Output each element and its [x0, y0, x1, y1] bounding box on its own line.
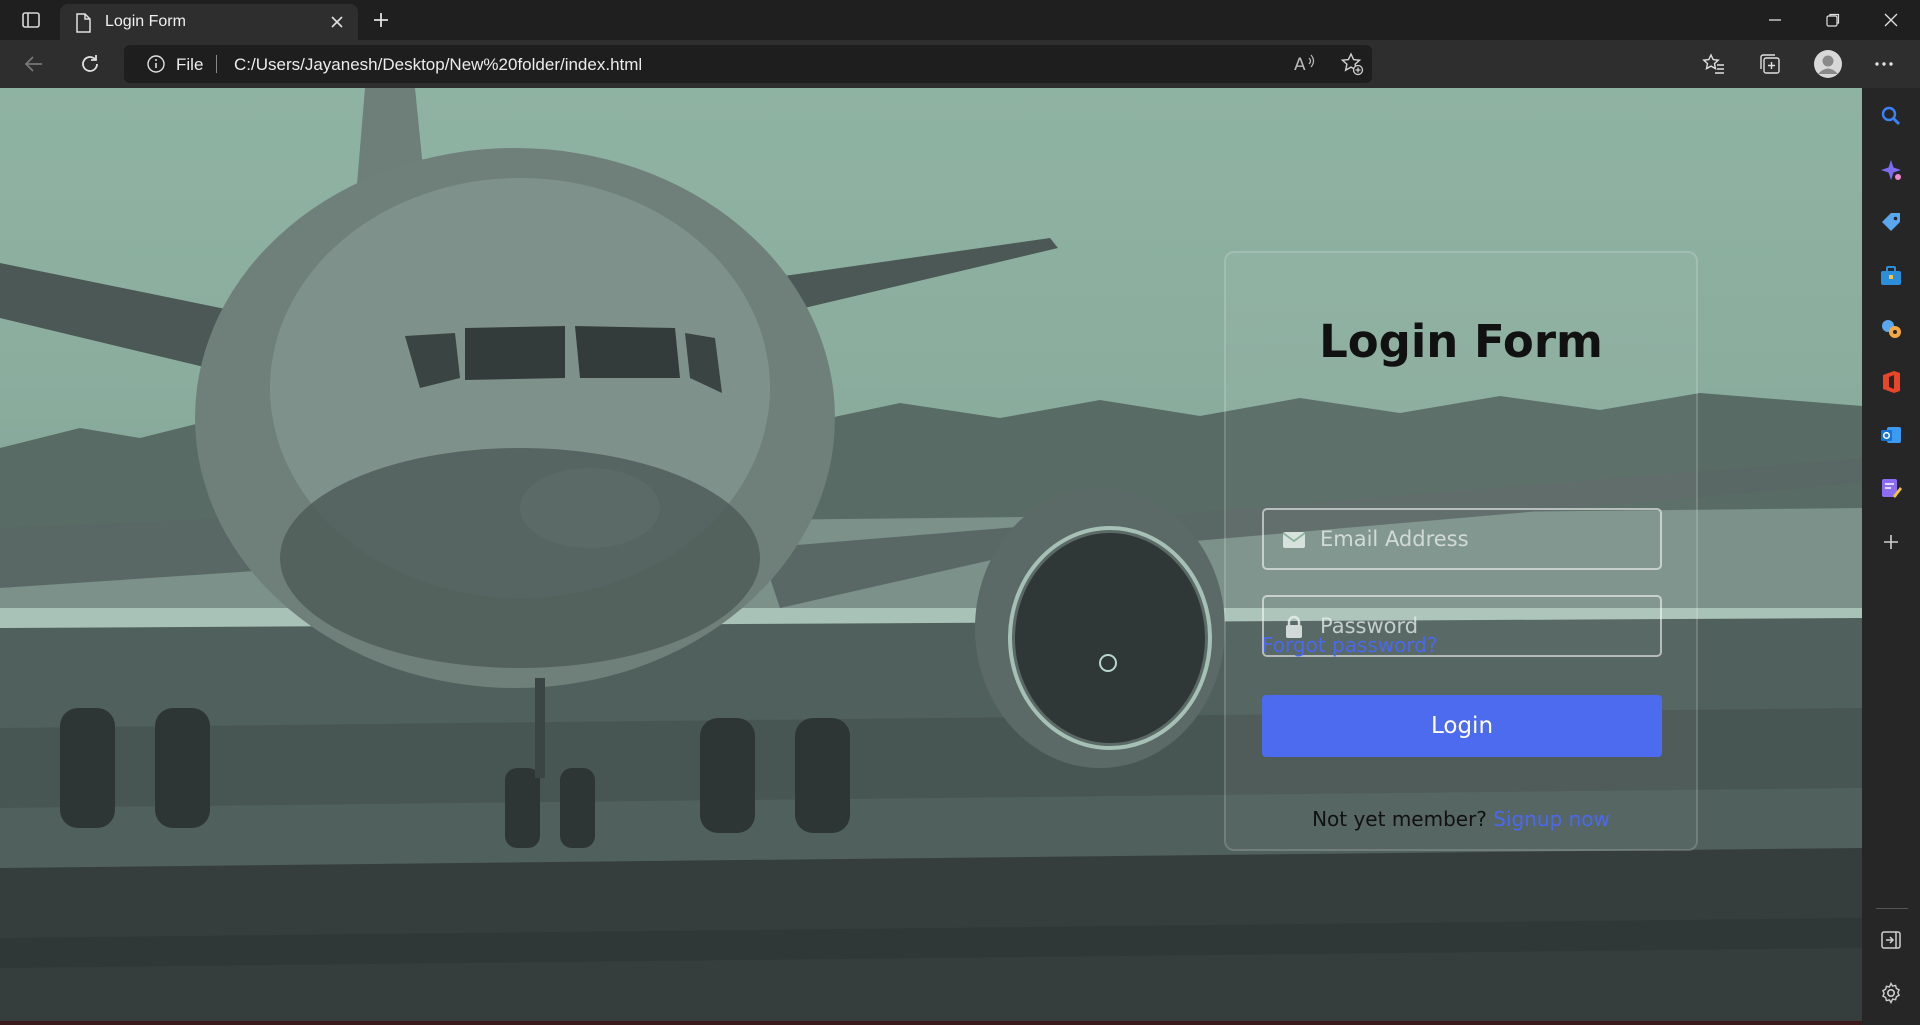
read-aloud-icon[interactable]: A — [1294, 53, 1318, 79]
tools-icon[interactable] — [1877, 262, 1905, 290]
edge-sidebar — [1862, 88, 1920, 1025]
url-text[interactable]: C:/Users/Jayanesh/Desktop/New%20folder/i… — [234, 55, 642, 75]
collections-icon[interactable] — [1752, 46, 1788, 82]
close-window-icon[interactable] — [1868, 0, 1914, 40]
hide-sidebar-icon[interactable] — [1877, 926, 1905, 954]
info-icon[interactable] — [146, 54, 166, 78]
outlook-icon[interactable] — [1877, 421, 1905, 449]
email-field[interactable] — [1262, 508, 1662, 570]
favorites-icon[interactable] — [1696, 46, 1732, 82]
close-tab-icon[interactable] — [324, 9, 350, 35]
games-icon[interactable] — [1877, 315, 1905, 343]
add-icon[interactable] — [1877, 528, 1905, 556]
add-favorite-icon[interactable] — [1340, 52, 1364, 80]
login-button[interactable]: Login — [1262, 695, 1662, 757]
navigation-bar: File C:/Users/Jayanesh/Desktop/New%20fol… — [0, 40, 1920, 88]
signup-prompt-text: Not yet member? — [1312, 807, 1487, 831]
address-bar[interactable]: File C:/Users/Jayanesh/Desktop/New%20fol… — [124, 45, 1372, 83]
bottom-edge — [0, 1021, 1862, 1025]
restore-icon[interactable] — [1810, 0, 1856, 40]
settings-icon[interactable] — [1877, 979, 1905, 1007]
back-arrow-icon[interactable] — [16, 46, 52, 82]
sidebar-divider — [1876, 908, 1908, 909]
more-icon[interactable] — [1866, 46, 1902, 82]
svg-text:A: A — [1294, 55, 1306, 75]
search-icon[interactable] — [1877, 102, 1905, 130]
title-bar: Login Form — [0, 0, 1920, 40]
file-scheme-label: File — [176, 55, 204, 74]
signup-row: Not yet member? Signup now — [1226, 807, 1696, 831]
refresh-icon[interactable] — [72, 46, 108, 82]
tab-actions-icon[interactable] — [14, 0, 48, 40]
minimize-icon[interactable] — [1752, 0, 1798, 40]
signup-link[interactable]: Signup now — [1493, 807, 1610, 831]
new-tab-plus-icon[interactable] — [366, 0, 396, 40]
copilot-icon[interactable] — [1877, 156, 1905, 184]
profile-avatar-icon[interactable] — [1810, 46, 1846, 82]
page-viewport: Login Form Forgot password? Login Not ye… — [0, 88, 1862, 1025]
page-icon — [74, 13, 92, 37]
forgot-password-link[interactable]: Forgot password? — [1262, 633, 1438, 657]
email-input[interactable] — [1320, 510, 1650, 568]
login-title: Login Form — [1319, 315, 1603, 368]
designer-icon[interactable] — [1877, 474, 1905, 502]
office-icon[interactable] — [1877, 368, 1905, 396]
envelope-icon — [1282, 528, 1306, 552]
active-tab[interactable]: Login Form — [60, 4, 358, 40]
login-card: Login Form Forgot password? Login Not ye… — [1224, 251, 1698, 851]
shopping-icon[interactable] — [1877, 209, 1905, 237]
tab-title: Login Form — [105, 13, 186, 30]
omnibox-separator — [216, 55, 217, 73]
